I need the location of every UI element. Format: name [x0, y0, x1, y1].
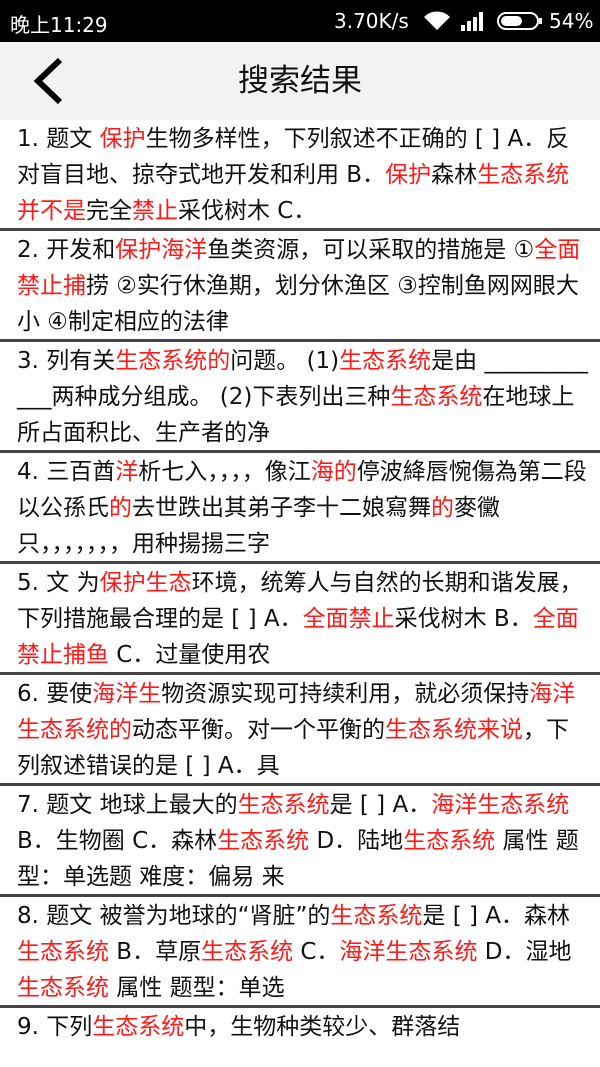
result-text[interactable]: 2. 开发和保护海洋鱼类资源，可以采取的措施是 ①全面禁止捕捞 ②实行休渔期，划… — [17, 231, 590, 339]
result-text-segment: C． — [293, 939, 340, 965]
result-text-segment: B．生物圈 C．森林 — [17, 828, 218, 854]
highlighted-keyword: 保护 — [99, 126, 146, 152]
result-text-segment: 中，生物种类较少、群落结 — [184, 1014, 461, 1040]
highlighted-keyword: 全面禁止 — [302, 606, 395, 632]
result-text-segment: 完全 — [86, 198, 132, 224]
highlighted-keyword: 生态系统 — [217, 828, 310, 854]
highlighted-keyword: 生态系统来说 — [385, 717, 523, 743]
result-text-segment: 2. 开发和 — [17, 237, 116, 263]
result-text-segment: 采伐树木 B． — [394, 606, 533, 632]
highlighted-keyword: 生态系统 — [403, 828, 496, 854]
result-text-segment: 8. 题文 被誉为地球的“肾脏”的 — [17, 903, 331, 929]
highlighted-keyword: 保护生态 — [99, 570, 192, 596]
highlighted-keyword: 生态系统 — [237, 792, 330, 818]
highlighted-keyword: 生态系统 — [17, 939, 109, 965]
result-item[interactable]: 2. 开发和保护海洋鱼类资源，可以采取的措施是 ①全面禁止捕捞 ②实行休渔期，划… — [0, 231, 600, 342]
result-text-segment: 3. 列有关 — [17, 348, 116, 374]
result-item[interactable]: 3. 列有关生态系统的问题。 (1)生态系统是由 ____________两种成… — [0, 342, 600, 453]
highlighted-keyword: 的 — [431, 495, 454, 521]
highlighted-keyword: 生态系统的 — [115, 348, 231, 374]
highlighted-keyword: 生态系统 — [390, 384, 483, 410]
highlighted-keyword: 海的 — [310, 459, 357, 485]
highlighted-keyword: 生态系统 — [17, 975, 109, 1001]
result-item[interactable]: 5. 文 为保护生态环境，统筹人与自然的长期和谐发展，下列措施最合理的是 [ ]… — [0, 564, 600, 675]
network-speed: 3.70K/s — [334, 9, 409, 33]
status-bar: 晚上11:29 3.70K/s 54% — [0, 0, 600, 42]
result-text-segment: B．草原 — [109, 939, 202, 965]
result-item[interactable]: 9. 下列生态系统中，生物种类较少、群落结 — [0, 1008, 600, 1067]
highlighted-keyword: 海洋生态系统 — [339, 939, 478, 965]
result-text-segment: D．陆地 — [309, 828, 404, 854]
result-text[interactable]: 3. 列有关生态系统的问题。 (1)生态系统是由 ____________两种成… — [17, 342, 590, 450]
highlighted-keyword: 生态系统 — [201, 939, 294, 965]
highlighted-keyword: 生态系统 — [339, 348, 432, 374]
result-text-segment: 6. 要使 — [17, 681, 93, 707]
result-text-segment: 9. 下列 — [17, 1014, 93, 1040]
result-text-segment: 问题。 (1) — [230, 348, 340, 374]
result-text-segment: 7. 题文 地球上最大的 — [17, 792, 238, 818]
result-text-segment: 5. 文 为 — [17, 570, 100, 596]
highlighted-keyword: 禁止 — [132, 198, 178, 224]
result-text[interactable]: 8. 题文 被誉为地球的“肾脏”的生态系统是 [ ] A．森林生态系统 B．草原… — [17, 897, 590, 1005]
result-text[interactable]: 1. 题文 保护生物多样性，下列叙述不正确的 [ ] A．反对盲目地、掠夺式地开… — [17, 120, 590, 228]
result-text-segment: 析七入，，，，像江 — [138, 459, 311, 485]
result-text-segment: C．过量使用农 — [109, 642, 271, 668]
result-text-segment: 1. 题文 — [17, 126, 100, 152]
highlighted-keyword: 的 — [109, 495, 132, 521]
highlighted-keyword: 生态系统 — [330, 903, 423, 929]
result-text-segment: 动态平衡。对一个平衡的 — [132, 717, 385, 743]
status-time: 晚上11:29 — [10, 13, 108, 37]
back-button[interactable] — [24, 52, 82, 110]
result-item[interactable]: 4. 三百酋洋析七入，，，，像江海的停波絳唇惋傷為第二段以公孫氏的去世跌出其弟子… — [0, 453, 600, 564]
result-item[interactable]: 6. 要使海洋生物资源实现可持续利用，就必须保持海洋生态系统的动态平衡。对一个平… — [0, 675, 600, 786]
battery-percent: 54% — [549, 9, 594, 33]
highlighted-keyword: 生态系统 — [92, 1014, 185, 1040]
result-text[interactable]: 7. 题文 地球上最大的生态系统是 [ ] A．海洋生态系统 B．生物圈 C．森… — [17, 786, 590, 894]
highlighted-keyword: 保护 — [385, 162, 432, 188]
result-item[interactable]: 7. 题文 地球上最大的生态系统是 [ ] A．海洋生态系统 B．生物圈 C．森… — [0, 786, 600, 897]
highlighted-keyword: 洋 — [115, 459, 139, 485]
highlighted-keyword: 海洋生态系统 — [431, 792, 570, 818]
page-title: 搜索结果 — [238, 63, 362, 99]
result-text-segment: 是 [ ] A．森林 — [422, 903, 571, 929]
result-text-segment: 去世跌出其弟子李十二娘寫舞 — [132, 495, 431, 521]
result-text-segment: 鱼类资源，可以采取的措施是 ① — [207, 237, 535, 263]
result-text[interactable]: 5. 文 为保护生态环境，统筹人与自然的长期和谐发展，下列措施最合理的是 [ ]… — [17, 564, 590, 672]
result-text-segment: 采伐树木 C． — [178, 198, 317, 224]
result-text-segment: D．湿地 — [477, 939, 572, 965]
highlighted-keyword: 保护海洋 — [115, 237, 208, 263]
highlighted-keyword: 海洋生 — [92, 681, 162, 707]
chevron-left-icon — [33, 57, 63, 105]
result-text-segment: 捞 ②实行休渔期，划分休渔区 ③控制鱼网网眼大小 ④制定相应的法律 — [17, 273, 579, 335]
result-text-segment: 4. 三百酋 — [17, 459, 116, 485]
app-header: 搜索结果 — [0, 42, 600, 120]
battery-icon — [497, 12, 542, 30]
result-item[interactable]: 1. 题文 保护生物多样性，下列叙述不正确的 [ ] A．反对盲目地、掠夺式地开… — [0, 120, 600, 231]
result-text-segment: 属性 题型：单选 — [109, 975, 285, 1001]
result-text-segment: 物资源实现可持续利用，就必须保持 — [161, 681, 530, 707]
search-results-list: 1. 题文 保护生物多样性，下列叙述不正确的 [ ] A．反对盲目地、掠夺式地开… — [0, 120, 600, 1067]
result-text[interactable]: 4. 三百酋洋析七入，，，，像江海的停波絳唇惋傷為第二段以公孫氏的去世跌出其弟子… — [17, 453, 590, 561]
result-item[interactable]: 8. 题文 被誉为地球的“肾脏”的生态系统是 [ ] A．森林生态系统 B．草原… — [0, 897, 600, 1008]
signal-icon — [461, 12, 483, 31]
wifi-icon — [424, 11, 450, 30]
result-text-segment: 是 [ ] A． — [329, 792, 432, 818]
result-text-segment: 森林 — [431, 162, 478, 188]
result-text[interactable]: 6. 要使海洋生物资源实现可持续利用，就必须保持海洋生态系统的动态平衡。对一个平… — [17, 675, 590, 783]
result-text[interactable]: 9. 下列生态系统中，生物种类较少、群落结 — [17, 1008, 590, 1045]
